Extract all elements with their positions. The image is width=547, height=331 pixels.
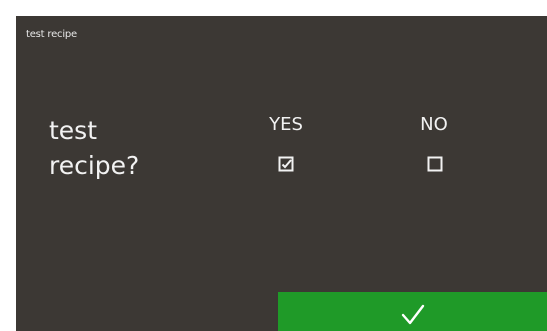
no-option-label: NO <box>420 114 448 135</box>
yes-checkbox[interactable] <box>278 156 294 172</box>
header-title: test recipe <box>26 29 78 40</box>
confirm-button[interactable] <box>278 292 547 331</box>
question-line-1: test <box>49 116 98 145</box>
checkmark-icon <box>401 304 424 324</box>
question-line-2: recipe? <box>49 151 140 180</box>
yes-option-label: YES <box>269 114 303 135</box>
question-text: test recipe? <box>49 113 189 183</box>
recipe-screen: test recipe test recipe? YES NO <box>16 16 547 331</box>
no-checkbox[interactable] <box>427 156 443 172</box>
